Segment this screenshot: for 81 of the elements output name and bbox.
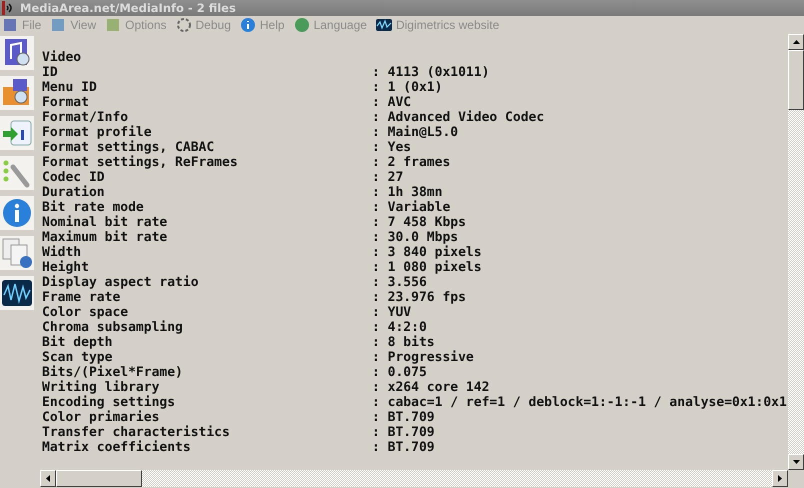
right-arrow-icon [778, 475, 782, 482]
down-arrow-icon [792, 460, 800, 464]
field-label: Chroma subsampling [42, 320, 184, 335]
field-value: : 0.075 [372, 365, 427, 380]
field-label: Color primaries [42, 410, 160, 425]
field-label: Writing library [42, 380, 160, 395]
field-value: : 27 [372, 170, 404, 185]
field-label: Format/Info [42, 110, 130, 125]
field-value: : 4113 (0x1011) [372, 65, 490, 80]
field-label: Transfer characteristics [42, 425, 231, 440]
field-value: : 30.0 Mbps [372, 230, 458, 245]
field-label: Bits/(Pixel*Frame) [42, 365, 184, 380]
field-value: : 1h 38mn [372, 185, 442, 200]
window-title: MediaArea.net/MediaInfo - 2 files [20, 1, 236, 15]
field-value: : Yes [372, 140, 412, 155]
field-value: : 1 080 pixels [372, 260, 482, 275]
field-label: Scan type [42, 350, 114, 365]
field-value: : AVC [372, 95, 412, 110]
scroll-thumb[interactable] [788, 50, 804, 110]
vertical-scrollbar[interactable] [788, 34, 804, 470]
menu-item[interactable]: File [2, 17, 46, 33]
field-value: : Progressive [372, 350, 474, 365]
menu-item[interactable]: Help [240, 17, 290, 33]
field-value: : x264 core 142 [372, 380, 490, 395]
menu-item[interactable]: Language [294, 17, 372, 33]
field-value: : BT.709 [372, 410, 435, 425]
waveform-icon[interactable] [0, 276, 34, 310]
field-label: Bit depth [42, 335, 114, 350]
field-label: ID [42, 65, 59, 80]
field-value: : BT.709 [372, 440, 435, 455]
field-value: : Variable [372, 200, 450, 215]
field-value: : BT.709 [372, 425, 435, 440]
music-file-icon[interactable] [0, 36, 34, 70]
scroll-right-button[interactable] [772, 470, 788, 487]
scroll-left-button[interactable] [40, 470, 56, 487]
field-label: Encoding settings [42, 395, 176, 410]
field-label: Display aspect ratio [42, 275, 200, 290]
field-label: Format settings, CABAC [42, 140, 216, 155]
field-value: : cabac=1 / ref=1 / deblock=1:-1:-1 / analyse=0x1:0x1 [372, 395, 787, 410]
menu-item[interactable]: View [50, 17, 102, 33]
field-label: Format settings, ReFrames [42, 155, 239, 170]
field-value: : 23.976 fps [372, 290, 466, 305]
field-label: Bit rate mode [42, 200, 145, 215]
menu-item[interactable]: Digimetrics website [376, 17, 504, 33]
field-value: : 4:2:0 [372, 320, 427, 335]
scroll-down-button[interactable] [788, 454, 804, 470]
field-label: Nominal bit rate [42, 215, 168, 230]
scroll-thumb[interactable] [56, 470, 142, 487]
info-icon[interactable] [0, 196, 34, 230]
horizontal-scrollbar[interactable] [40, 470, 788, 487]
menu-item[interactable]: Options [105, 17, 172, 33]
field-label: Codec ID [42, 170, 106, 185]
left-arrow-icon [46, 475, 50, 482]
field-label: Menu ID [42, 80, 98, 95]
field-value: : 2 frames [372, 155, 450, 170]
field-label: Format profile [42, 125, 153, 140]
folder-search-icon[interactable] [0, 76, 34, 110]
field-value: : 1 (0x1) [372, 80, 442, 95]
field-label: Maximum bit rate [42, 230, 168, 245]
field-value: : Advanced Video Codec [372, 110, 544, 125]
field-label: Duration [42, 185, 106, 200]
field-label: Width [42, 245, 82, 260]
menu-item[interactable]: Debug [176, 17, 236, 33]
scroll-up-button[interactable] [788, 34, 804, 50]
info-icon [240, 17, 256, 33]
up-arrow-icon [792, 40, 800, 44]
field-label: Color space [42, 305, 130, 320]
field-label: Frame rate [42, 290, 122, 305]
field-value: : 3 840 pixels [372, 245, 482, 260]
field-value: : 7 458 Kbps [372, 215, 466, 230]
field-label: Height [42, 260, 90, 275]
waveform-icon [376, 17, 392, 33]
field-value: : Main@L5.0 [372, 125, 458, 140]
field-value: : 3.556 [372, 275, 427, 290]
field-value: : YUV [372, 305, 412, 320]
arrow-info-icon[interactable] [0, 116, 34, 150]
field-label: Matrix coefficients [42, 440, 192, 455]
field-value: : 8 bits [372, 335, 435, 350]
field-label: Format [42, 95, 90, 110]
section-title: Video [42, 50, 82, 65]
documents-icon[interactable] [0, 236, 34, 270]
